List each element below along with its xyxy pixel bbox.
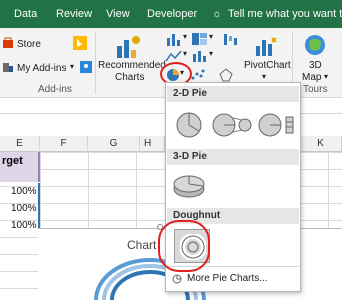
tab-review[interactable]: Review — [56, 8, 92, 20]
my-addins-dropdown-icon[interactable]: ▾ — [70, 62, 74, 71]
hierarchy-chart-dropdown-icon[interactable]: ▾ — [209, 32, 213, 41]
bing-maps-icon[interactable] — [73, 36, 87, 50]
pivotchart-dropdown-icon[interactable]: ▾ — [262, 72, 266, 81]
3d-map-dropdown-icon[interactable]: ▾ — [324, 72, 328, 81]
pie-2d-option[interactable] — [174, 110, 204, 140]
3d-map-icon — [305, 35, 325, 55]
tell-me-text: Tell me what you want to d — [228, 8, 342, 20]
ribbon-tab-bar: Data Review View Developer ☼ Tell me wha… — [0, 0, 342, 28]
statistic-chart-dropdown-icon[interactable]: ▾ — [209, 49, 213, 58]
column-header-h[interactable]: H — [140, 136, 165, 152]
cell-e-row2[interactable]: 100% — [11, 203, 37, 214]
doughnut-option-highlight — [158, 220, 210, 272]
recommended-charts-icon — [117, 36, 140, 58]
tours-group-label: Tours — [303, 84, 328, 95]
3d-map-line2[interactable]: Map — [302, 72, 321, 83]
column-header-g[interactable]: G — [88, 136, 140, 152]
lightbulb-icon: ☼ — [212, 8, 223, 20]
cell-e-row1[interactable]: 100% — [11, 186, 37, 197]
people-graph-icon[interactable] — [80, 61, 92, 73]
bar-of-pie-option[interactable] — [258, 110, 298, 140]
recommended-charts-line2[interactable]: Charts — [115, 72, 144, 83]
column-header-f[interactable]: F — [40, 136, 88, 152]
line-chart-icon[interactable] — [165, 49, 183, 63]
scatter-chart-icon[interactable] — [190, 68, 206, 82]
header-cell-target[interactable]: rget — [0, 152, 40, 182]
pivotchart-icon — [256, 37, 277, 56]
column-header-e[interactable]: E — [0, 136, 40, 152]
column-chart-dropdown-icon[interactable]: ▾ — [183, 32, 187, 41]
my-addins-icon — [3, 63, 13, 72]
store-icon — [3, 37, 13, 48]
section-2d-pie: 2-D Pie — [167, 86, 299, 102]
pivotchart-button[interactable]: PivotChart — [244, 60, 291, 71]
radar-chart-icon[interactable] — [219, 68, 233, 82]
cell-e-row3[interactable]: 100% — [11, 220, 37, 231]
target-header-text: rget — [2, 155, 23, 167]
more-pie-charts-link[interactable]: More Pie Charts... — [167, 269, 299, 289]
line-chart-dropdown-icon[interactable]: ▾ — [183, 49, 187, 58]
chart-title[interactable]: Chart — [127, 238, 156, 252]
column-chart-icon[interactable] — [165, 32, 183, 46]
selection-border — [38, 183, 40, 231]
store-button[interactable]: Store — [17, 39, 41, 50]
pie-3d-option[interactable] — [171, 172, 207, 200]
addins-group-label: Add-ins — [38, 84, 72, 95]
ribbon-separator — [95, 32, 96, 94]
statistic-chart-icon[interactable] — [191, 49, 209, 63]
tab-view[interactable]: View — [106, 8, 130, 20]
waterfall-chart-icon[interactable] — [222, 32, 240, 46]
section-3d-pie: 3-D Pie — [167, 149, 299, 165]
tab-developer[interactable]: Developer — [147, 8, 197, 20]
column-header-k[interactable]: K — [300, 136, 342, 152]
excel-window: Data Review View Developer ☼ Tell me wha… — [0, 0, 342, 300]
tab-data[interactable]: Data — [14, 8, 37, 20]
pie-of-pie-option[interactable] — [212, 110, 252, 140]
3d-map-line1[interactable]: 3D — [309, 60, 322, 71]
hierarchy-chart-icon[interactable] — [191, 32, 209, 46]
recommended-charts-line1[interactable]: Recommended — [98, 60, 166, 71]
my-addins-button[interactable]: My Add-ins — [17, 63, 66, 74]
